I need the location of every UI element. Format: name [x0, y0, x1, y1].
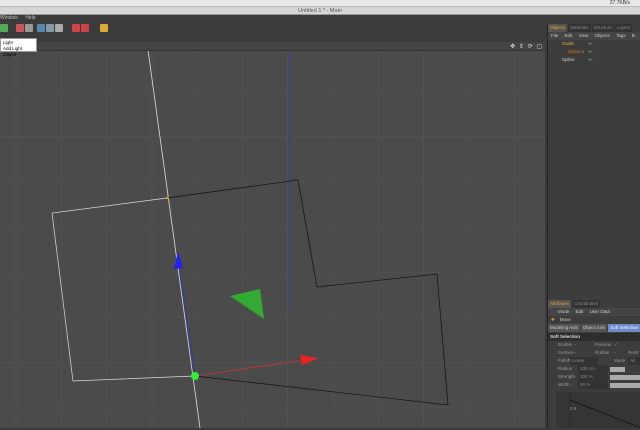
visible-check-icon[interactable]: ▪✓	[588, 56, 593, 64]
layout-button[interactable]	[100, 24, 108, 32]
radius-input[interactable]: 100 cm	[578, 365, 608, 373]
radius-label: Radius	[558, 366, 573, 371]
surface-checkbox[interactable]: ▫	[574, 349, 576, 357]
falloff-graph[interactable]: 0.8	[556, 392, 640, 428]
tab-object-axis[interactable]: Object Axis	[580, 324, 608, 332]
deformer-tool-button[interactable]	[46, 24, 54, 32]
network-status: 27.7KB/s	[609, 0, 630, 6]
menu-bookmarks[interactable]: B	[632, 33, 635, 38]
object-row-guide[interactable]: Guide ▪✓	[548, 40, 640, 48]
mode-label: Mode	[614, 358, 626, 363]
falloff-select[interactable]: Linear	[570, 357, 598, 365]
tab-soft-selection[interactable]: Soft Selection	[608, 324, 640, 332]
surface-label: Surface	[558, 350, 574, 355]
width-input[interactable]: 50 %	[578, 381, 608, 389]
object-row-spline1[interactable]: Spline.1 ▪✓	[548, 48, 640, 56]
preview-checkbox[interactable]: ✓	[614, 341, 618, 349]
viewport-nav-icons[interactable]: ✥ ⇕ ⟳ ▢	[510, 43, 543, 50]
spline-tool-button[interactable]	[55, 24, 63, 32]
menu-edit[interactable]: Edit	[576, 309, 584, 314]
spline-white	[51, 197, 196, 382]
object-name: Spline.1	[568, 49, 585, 54]
falloff-label: Falloff	[558, 358, 571, 363]
strength-label: Strength	[558, 374, 576, 379]
viewport-3d[interactable]	[0, 51, 545, 428]
y-axis-handle[interactable]	[178, 265, 196, 377]
viewport-header: ✥ ⇕ ⟳ ▢	[0, 42, 545, 51]
menu-view[interactable]: View	[579, 33, 589, 38]
object-row-spline[interactable]: Spline ▪✓	[548, 56, 640, 64]
section-title: Soft Selection	[548, 333, 640, 341]
z-arrow-icon[interactable]	[230, 289, 264, 319]
visible-check-icon[interactable]: ▪✓	[588, 48, 593, 56]
light-tool-button[interactable]	[0, 24, 8, 32]
width-slider[interactable]	[610, 382, 640, 388]
mode-select[interactable]: All	[628, 357, 640, 365]
mac-menubar: 27.7KB/s	[0, 0, 640, 7]
tab-layers[interactable]: Layers	[614, 24, 633, 32]
grid	[0, 51, 545, 428]
tab-objects[interactable]: Objects	[548, 24, 568, 32]
scene-canvas	[0, 51, 545, 428]
tab-structure[interactable]: Structure	[591, 24, 614, 32]
tooltip: Light Add Light Object	[0, 38, 37, 57]
guide-line	[147, 51, 201, 428]
enable-checkbox[interactable]: ▫	[574, 341, 576, 349]
render-view-button[interactable]	[72, 24, 80, 32]
object-manager-tabs: Objects Materials Structure Layers	[548, 24, 640, 32]
render-tool-button[interactable]	[25, 24, 33, 32]
y-arrow-icon[interactable]	[174, 251, 183, 269]
menu-tags[interactable]: Tags	[616, 33, 626, 38]
tab-modeling-axis[interactable]: Modeling Axis	[548, 324, 580, 332]
visible-check-icon[interactable]: ▪✓	[588, 40, 593, 48]
tab-materials[interactable]: Materials	[568, 24, 591, 32]
menu-mode[interactable]: Mode	[558, 309, 569, 314]
strength-input[interactable]: 100 %	[578, 373, 608, 381]
restrict-label: Restr	[628, 350, 639, 355]
graph-label: 0.8	[570, 406, 577, 411]
width-label: Width . .	[558, 382, 575, 387]
camera-tool-button[interactable]	[16, 24, 24, 32]
right-panel: Objects Materials Structure Layers File …	[547, 24, 640, 428]
tab-coordinates[interactable]: Coordinates	[572, 300, 601, 308]
sphere-tool-button[interactable]	[37, 24, 45, 32]
menu-file[interactable]: File	[551, 33, 558, 38]
axis-origin-handle[interactable]	[191, 372, 199, 380]
radius-slider[interactable]	[610, 366, 625, 372]
object-manager-menu: File Edit View Objects Tags B	[548, 32, 640, 40]
object-name: Spline	[562, 57, 575, 62]
tool-name: Move	[559, 317, 571, 322]
menu-help[interactable]: Help	[25, 15, 35, 21]
window-title: Untitled 1 * - Main	[0, 7, 640, 15]
attributes-manager: Attributes Coordinates Mode Edit User Da…	[548, 300, 640, 428]
strength-slider[interactable]	[610, 374, 640, 380]
tooltip-description: Add Light Object	[3, 46, 23, 57]
spline-black	[166, 179, 449, 406]
spline-point[interactable]	[165, 196, 169, 200]
toolbar	[0, 22, 545, 36]
object-name: Guide	[562, 41, 575, 46]
menu-user-data[interactable]: User Data	[590, 309, 610, 314]
enable-label: Enable	[558, 342, 573, 347]
render-settings-button[interactable]	[81, 24, 89, 32]
menu-window[interactable]: Window	[0, 15, 18, 21]
app-menu: Window Help	[0, 15, 545, 22]
x-arrow-icon[interactable]	[300, 355, 318, 365]
rubber-checkbox[interactable]: ▫	[614, 349, 616, 357]
rubber-label: Rubber	[595, 350, 610, 355]
move-icon: ✚	[551, 317, 555, 322]
menu-objects[interactable]: Objects	[595, 33, 610, 38]
tab-attributes[interactable]: Attributes	[548, 300, 572, 308]
preview-label: Preview	[595, 342, 612, 347]
menu-edit[interactable]: Edit	[565, 33, 573, 38]
